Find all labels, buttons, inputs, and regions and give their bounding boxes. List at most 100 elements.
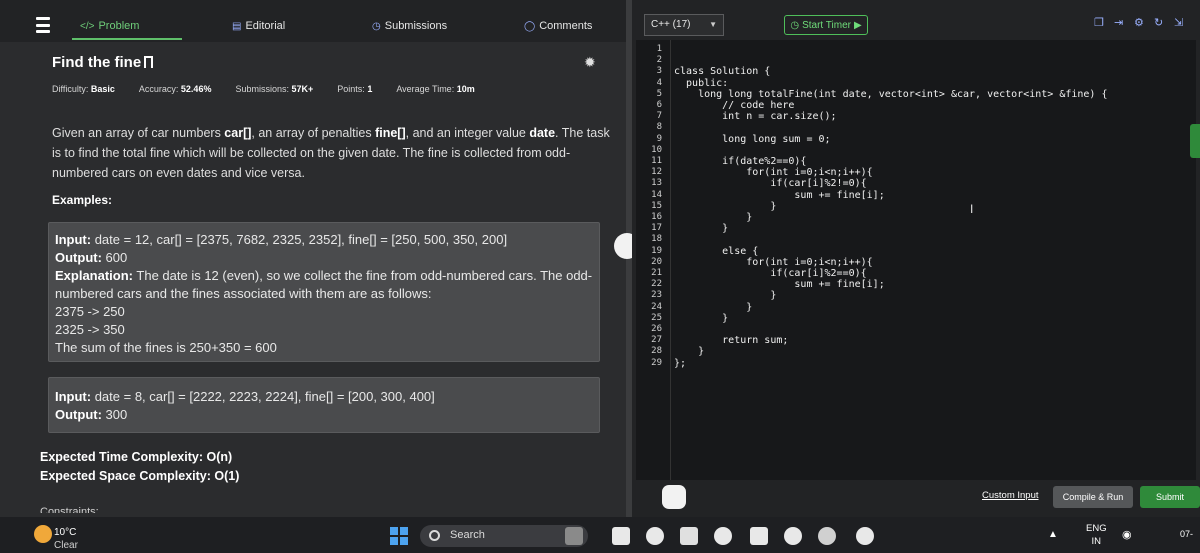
taskbar-search[interactable]: Search	[420, 525, 588, 547]
app-icon[interactable]	[680, 527, 698, 545]
fullscreen-icon[interactable]: ⇲	[1174, 16, 1183, 29]
editor-action-bar: Custom Input Compile & Run Submit	[632, 482, 1200, 517]
windows-start-icon[interactable]	[390, 527, 408, 545]
comment-icon: ◯	[524, 20, 536, 32]
submissions-count: Submissions: 57K+	[235, 84, 313, 94]
time-complexity: Expected Time Complexity: O(n)	[40, 448, 239, 467]
active-tab-indicator	[72, 38, 182, 40]
statement-bold: fine[]	[375, 126, 406, 140]
language-value: C++ (17)	[651, 19, 691, 30]
examples-heading: Examples:	[52, 193, 113, 207]
settings-icon[interactable]	[856, 527, 874, 545]
tab-comments[interactable]: ◯ Comments	[524, 20, 592, 32]
reset-icon[interactable]: ↻	[1154, 16, 1163, 29]
output-label: Output:	[55, 407, 102, 422]
time-complexity-label: Expected Time Complexity:	[40, 450, 204, 464]
submissions-value: 57K+	[291, 84, 314, 94]
browser-icon[interactable]	[818, 527, 836, 545]
tab-editorial-label: Editorial	[245, 20, 286, 32]
language-indicator[interactable]: ENG IN	[1086, 522, 1107, 548]
language-select[interactable]: C++ (17) ▼	[644, 14, 724, 36]
text-cursor-icon: I	[970, 202, 974, 216]
app-icon[interactable]	[646, 527, 664, 545]
example-1: Input: date = 12, car[] = [2375, 7682, 2…	[48, 222, 600, 362]
language-code: ENG	[1086, 523, 1107, 534]
avg-time-value: 10m	[456, 84, 475, 94]
copy-icon[interactable]: ❐	[1094, 16, 1104, 29]
app-icon[interactable]	[612, 527, 630, 545]
timer-label: Start Timer	[802, 19, 851, 31]
tab-comments-label: Comments	[539, 20, 593, 32]
time-complexity-value: O(n)	[203, 450, 233, 464]
explanation-line: 2375 -> 250	[55, 304, 125, 319]
explanation-text: The date is 12 (even), so we collect the…	[55, 268, 593, 301]
gutter-divider	[670, 40, 671, 480]
toggle-console-button[interactable]	[662, 485, 686, 509]
problem-meta: Difficulty: Basic Accuracy: 52.46% Submi…	[52, 84, 475, 94]
search-icon	[429, 530, 440, 541]
app-icon[interactable]	[565, 527, 583, 545]
example-2: Input: date = 8, car[] = [2222, 2223, 22…	[48, 377, 600, 433]
chevron-up-icon[interactable]: ▲	[1048, 529, 1058, 540]
custom-input-link[interactable]: Custom Input	[982, 490, 1039, 501]
menu-icon[interactable]	[36, 17, 50, 33]
accuracy-label: Accuracy:	[138, 84, 179, 94]
bookmark-icon[interactable]	[144, 56, 154, 68]
output-value: 300	[101, 407, 128, 422]
tab-submissions-label: Submissions	[384, 20, 448, 32]
statement-text: Given an array of car numbers	[52, 126, 225, 140]
app-icon[interactable]	[714, 527, 732, 545]
weather-description: Clear	[54, 540, 78, 551]
problem-panel: </> Problem ▤ Editorial ◷ Submissions ◯ …	[0, 0, 626, 517]
timer-icon: ◷	[790, 19, 800, 31]
output-value: 600	[101, 250, 128, 265]
difficulty: Difficulty: Basic	[52, 84, 115, 94]
compile-run-button[interactable]: Compile & Run	[1053, 486, 1133, 508]
average-time: Average Time: 10m	[396, 84, 474, 94]
region-code: IN	[1091, 536, 1102, 547]
space-complexity-value: O(1)	[210, 469, 240, 483]
weather-icon[interactable]	[34, 525, 52, 543]
search-placeholder: Search	[450, 529, 485, 541]
submissions-label: Submissions:	[235, 84, 289, 94]
explanation-label: Explanation:	[55, 268, 134, 283]
side-feedback-tab[interactable]	[1190, 124, 1200, 158]
avg-time-label: Average Time:	[396, 84, 455, 94]
export-icon[interactable]: ⇥	[1114, 16, 1123, 29]
app-icon[interactable]	[750, 527, 768, 545]
problem-title: Find the fine	[52, 54, 154, 71]
start-timer-button[interactable]: ◷ Start Timer ▶	[784, 15, 868, 35]
input-label: Input:	[55, 389, 92, 404]
tab-problem[interactable]: </> Problem	[80, 20, 139, 32]
points-value: 1	[367, 84, 373, 94]
problem-statement: Given an array of car numbers car[], an …	[52, 123, 612, 183]
complexity-section: Expected Time Complexity: O(n) Expected …	[40, 448, 239, 486]
code-icon: </>	[80, 20, 95, 32]
problem-tab-bar: </> Problem ▤ Editorial ◷ Submissions ◯ …	[0, 0, 626, 42]
input-value: date = 8, car[] = [2222, 2223, 2224], fi…	[91, 389, 435, 404]
submit-button[interactable]: Submit	[1140, 486, 1200, 508]
chevron-down-icon: ▼	[709, 20, 717, 29]
tab-editorial[interactable]: ▤ Editorial	[232, 20, 285, 32]
code-editor[interactable]: 1 2 3 4 5 6 7 8 9 10 11 12 13 14 15 16 1…	[636, 40, 1196, 480]
play-icon: ▶	[853, 19, 862, 31]
document-icon: ▤	[232, 20, 242, 32]
example-explanation: Explanation: The date is 12 (even), so w…	[55, 267, 593, 303]
example-output: Output: 600	[55, 249, 593, 267]
tab-submissions[interactable]: ◷ Submissions	[372, 20, 447, 32]
code-text[interactable]: class Solution { public: long long total…	[674, 44, 1107, 369]
space-complexity-label: Expected Space Complexity:	[40, 469, 211, 483]
tab-problem-label: Problem	[98, 20, 140, 32]
points-label: Points:	[337, 84, 365, 94]
problem-title-text: Find the fine	[52, 54, 142, 71]
clock-date[interactable]: 07-	[1180, 529, 1193, 539]
settings-icon[interactable]: ⚙	[1134, 16, 1144, 29]
accuracy: Accuracy: 52.46%	[139, 84, 212, 94]
wifi-icon[interactable]: ◉	[1122, 528, 1132, 541]
browser-icon[interactable]	[784, 527, 802, 545]
constraints-heading: Constraints:	[40, 506, 99, 513]
statement-bold: car[]	[224, 126, 252, 140]
statement-bold: date	[529, 126, 556, 140]
bug-report-icon[interactable]: ✹	[584, 54, 600, 70]
line-numbers: 1 2 3 4 5 6 7 8 9 10 11 12 13 14 15 16 1…	[651, 44, 662, 368]
